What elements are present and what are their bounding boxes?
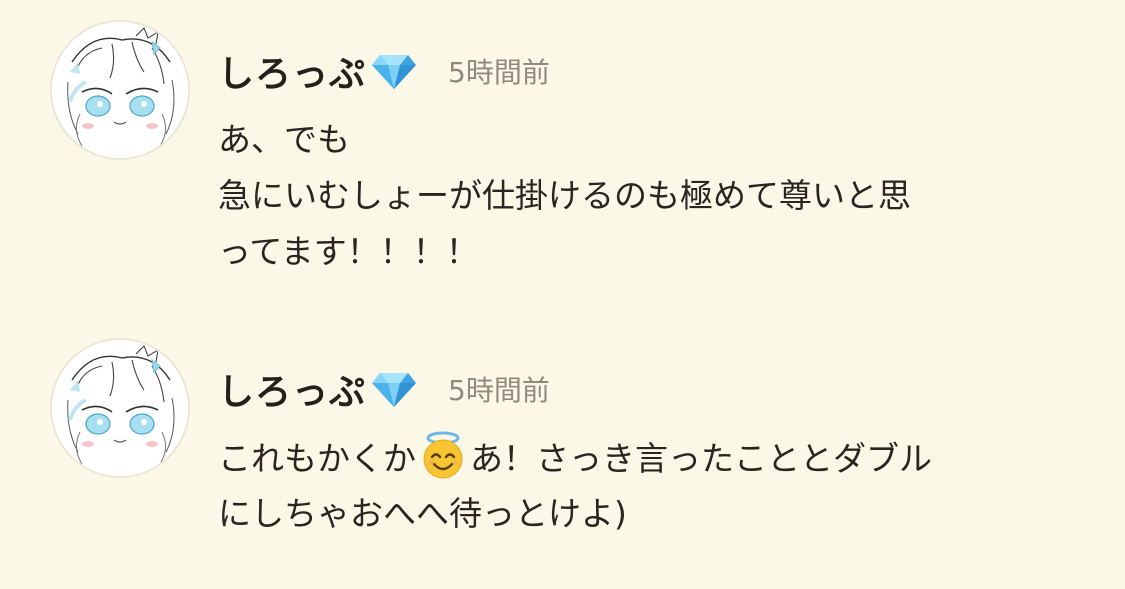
avatar[interactable] [50,20,190,160]
message-line: ってます！！！！ [218,232,479,271]
username[interactable]: しろっぷ [218,45,366,97]
message-line: 急にいむしょーが仕掛けるのも極めて尊いと思 [218,176,911,215]
timestamp: 5時間前 [448,374,550,407]
comment-message: これもかくか あ！さっき言ったこととダブル にしちゃおへへ待っとけよ) [218,430,1078,542]
timestamp: 5時間前 [448,56,550,89]
smiling-face-with-halo-icon [418,430,468,480]
message-line: あ、でも [218,120,350,159]
username[interactable]: しろっぷ [218,363,366,415]
message-text: これもかくか [218,439,416,478]
message-line: にしちゃおへへ待っとけよ) [218,494,627,533]
anime-girl-sketch-avatar-icon [52,22,188,158]
avatar[interactable] [50,338,190,478]
message-line: これもかくか あ！さっき言ったこととダブル [218,430,1078,486]
gem-icon [370,51,418,91]
comment-message: あ、でも 急にいむしょーが仕掛けるのも極めて尊いと思 ってます！！！！ [218,112,1078,280]
message-text: あ！さっき言ったこととダブル [470,439,932,478]
gem-icon [370,369,418,409]
comment-header: しろっぷ 5時間前 [218,46,550,96]
comment-header: しろっぷ 5時間前 [218,364,550,414]
anime-girl-sketch-avatar-icon [52,340,188,476]
